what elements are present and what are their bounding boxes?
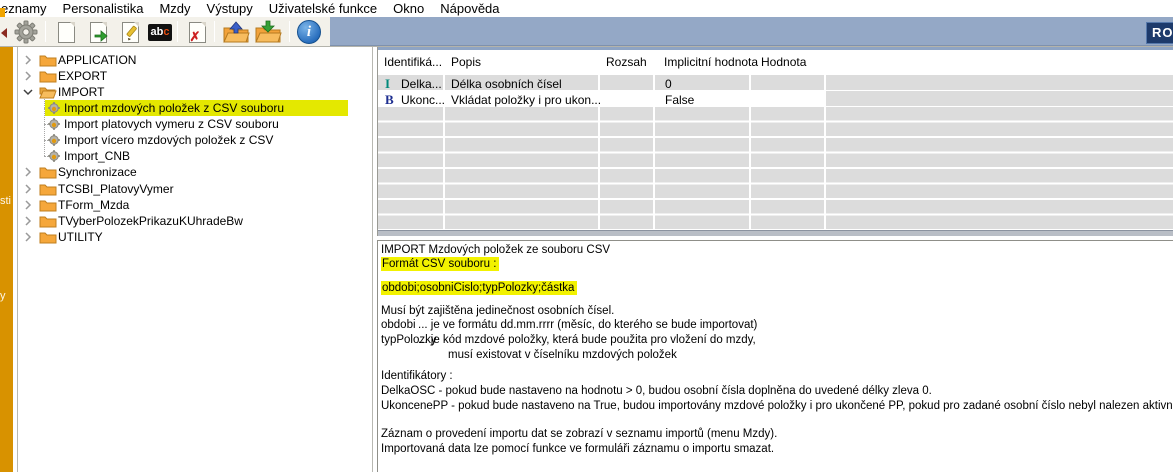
folder-icon (39, 198, 57, 212)
chevron-down-icon[interactable] (22, 86, 34, 98)
description-line: UkoncenePP - pokud bude nastaveno na Tru… (381, 399, 1173, 413)
type-boolean-glyph: B (385, 92, 394, 108)
description-line: IMPORT Mzdových položek ze souboru CSV (381, 243, 610, 257)
folder-icon (39, 53, 57, 67)
side-tab-label-fragment: y (0, 290, 6, 302)
grid-bottom-scrollbar[interactable] (378, 230, 1173, 236)
chevron-right-icon[interactable] (22, 199, 34, 211)
tree-item-application[interactable]: APPLICATION (18, 52, 372, 68)
column-separator (653, 75, 655, 230)
delete-document-icon[interactable]: ✗ (184, 20, 210, 44)
folder-icon (39, 230, 57, 244)
toolbar-separator (214, 21, 215, 42)
folder-export-icon[interactable] (221, 20, 251, 44)
cell-identifier[interactable]: Ukonc... (401, 93, 445, 107)
grid-empty-rows (378, 107, 1173, 230)
column-header-popis[interactable]: Popis (451, 55, 481, 69)
description-line: Musí být zajištěna jedinečnost osobních … (381, 304, 614, 318)
chevron-right-icon[interactable] (22, 166, 34, 178)
toolbar-separator (45, 21, 46, 42)
table-row-filler (825, 91, 1173, 106)
new-document-icon[interactable] (53, 20, 79, 44)
edit-document-icon[interactable] (117, 20, 143, 44)
chevron-right-icon[interactable] (22, 215, 34, 227)
tree-item-import[interactable]: IMPORT (18, 84, 372, 100)
function-gear-icon (48, 150, 60, 162)
cell-implicitni-hodnota[interactable]: False (665, 93, 694, 107)
abc-rename-icon[interactable]: abc (146, 20, 174, 44)
chevron-right-icon[interactable] (22, 183, 34, 195)
chevron-right-icon[interactable] (22, 54, 34, 66)
folder-icon (39, 165, 57, 179)
function-description-panel: IMPORT Mzdových položek ze souboru CSV F… (377, 240, 1173, 472)
menu-item-napoveda[interactable]: Nápověda (432, 1, 507, 16)
menu-item-vystupy[interactable]: Výstupy (199, 1, 261, 16)
column-separator (824, 75, 826, 230)
tree-item-import-platovych-vymeru-csv[interactable]: Import platovych vymeru z CSV souboru (18, 116, 372, 132)
tree-item-tcsbi-platovyvymer[interactable]: TCSBI_PlatovyVymer (18, 181, 372, 197)
app-window: eznamy Personalistika Mzdy Výstupy Uživa… (0, 0, 1173, 472)
column-header-rozsah[interactable]: Rozsah (606, 55, 647, 69)
cell-identifier[interactable]: Delka... (401, 77, 442, 91)
chevron-right-icon[interactable] (22, 70, 34, 82)
tree-item-import-cnb[interactable]: Import_CNB (18, 148, 372, 164)
grid-top-border (378, 47, 1173, 50)
folder-open-icon (39, 85, 57, 99)
cell-popis[interactable]: Vkládat položky i pro ukon... (451, 93, 601, 107)
toolbar: abc ✗ i RO (0, 17, 1173, 47)
settings-gear-icon[interactable] (13, 20, 39, 44)
menu-item-seznamy[interactable]: eznamy (0, 1, 55, 16)
tree-item-import-vicero-mzdovych-polozek-csv[interactable]: Import vícero mzdových položek z CSV (18, 132, 372, 148)
side-panel-tab-strip[interactable]: sti y (0, 47, 13, 472)
folder-icon (39, 214, 57, 228)
toolbar-collapse-icon[interactable] (1, 28, 7, 38)
window-edge-fragment (0, 8, 5, 17)
ro-logo: RO (1146, 22, 1173, 44)
description-line: Formát CSV souboru : (381, 257, 499, 271)
chevron-right-icon[interactable] (22, 231, 34, 243)
column-header-hodnota[interactable]: Hodnota (761, 55, 806, 69)
toolbar-empty-band (330, 17, 1173, 46)
description-line: Importovaná data lze pomocí funkce ve fo… (381, 442, 774, 456)
parameters-grid: Identifiká... Popis Rozsah Implicitní ho… (377, 47, 1173, 236)
description-line: Záznam o provedení importu dat se zobraz… (381, 427, 777, 441)
menu-item-uzivatelske-funkce[interactable]: Uživatelské funkce (261, 1, 385, 16)
function-gear-icon (48, 118, 60, 130)
tree-item-utility[interactable]: UTILITY (18, 229, 372, 245)
tree-item-tvyberpolozekprikazukuhradebw[interactable]: TVyberPolozekPrikazuKUhradeBw (18, 213, 372, 229)
cell-implicitni-hodnota[interactable]: 0 (665, 77, 672, 91)
function-gear-icon (48, 134, 60, 146)
folder-icon (39, 69, 57, 83)
tree-item-tform-mzda[interactable]: TForm_Mzda (18, 197, 372, 213)
functions-tree: APPLICATION EXPORT IMPORT I (17, 47, 373, 472)
tree-item-synchronizace[interactable]: Synchronizace (18, 164, 372, 180)
folder-import-icon[interactable] (253, 20, 283, 44)
import-document-icon[interactable] (85, 20, 111, 44)
menu-bar: eznamy Personalistika Mzdy Výstupy Uživa… (0, 0, 1173, 17)
cell-popis[interactable]: Délka osobních čísel (451, 77, 562, 91)
toolbar-separator (177, 21, 178, 42)
column-header-implicitni-hodnota[interactable]: Implicitní hodnota (664, 55, 758, 69)
info-icon[interactable]: i (296, 20, 322, 44)
toolbar-separator (289, 21, 290, 42)
description-line-csv-format: obdobi;osobniCislo;typPolozky;částka (381, 281, 577, 295)
column-separator (749, 75, 751, 230)
type-integer-glyph: I (385, 76, 390, 92)
function-gear-icon (48, 102, 60, 114)
column-header-identifikator[interactable]: Identifiká... (384, 55, 442, 69)
folder-icon (39, 182, 57, 196)
menu-item-personalistika[interactable]: Personalistika (55, 1, 152, 16)
description-line: DelkaOSC - pokud bude nastaveno na hodno… (381, 384, 932, 398)
side-tab-label-fragment: sti (0, 195, 11, 207)
menu-item-okno[interactable]: Okno (385, 1, 432, 16)
menu-item-mzdy[interactable]: Mzdy (151, 1, 198, 16)
tree-item-export[interactable]: EXPORT (18, 68, 372, 84)
tree-item-import-mzdovych-polozek-csv[interactable]: Import mzdových položek z CSV souboru (18, 100, 372, 116)
description-line: Identifikátory : (381, 369, 453, 383)
